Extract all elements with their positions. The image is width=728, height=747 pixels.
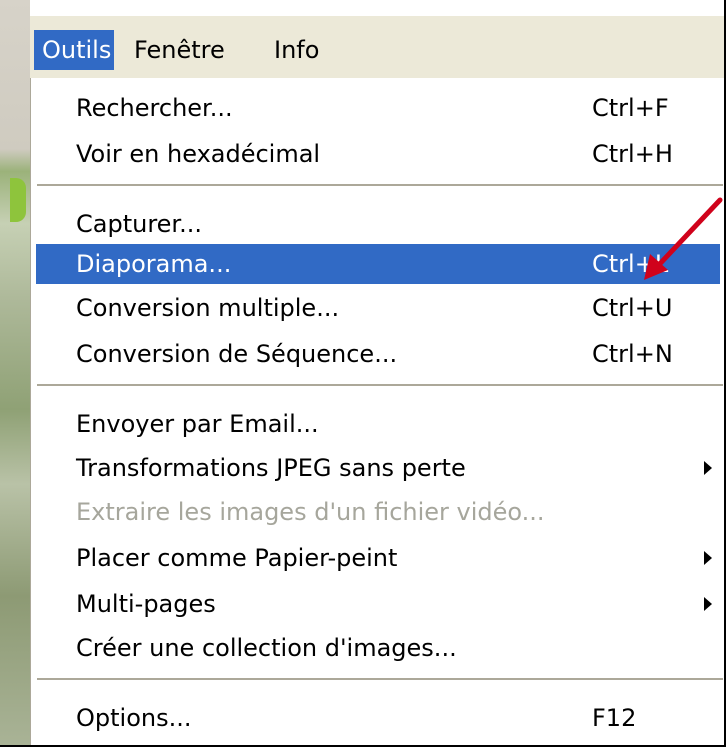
outils-dropdown-menu: Rechercher... Ctrl+F Voir en hexadécimal… xyxy=(30,78,724,745)
submenu-arrow-icon xyxy=(704,461,712,475)
background-window-strip xyxy=(0,0,30,745)
menu-outils[interactable]: Outils xyxy=(34,30,114,70)
menu-item-label: Multi-pages xyxy=(76,590,216,618)
screenshot-frame: Outils Fenêtre Info Rechercher... Ctrl+F… xyxy=(0,0,726,747)
menu-item-label: Conversion multiple... xyxy=(76,294,340,322)
menu-item-envoyer-email[interactable]: Envoyer par Email... xyxy=(36,404,720,444)
menu-fenetre[interactable]: Fenêtre xyxy=(126,30,233,70)
menu-item-label: Conversion de Séquence... xyxy=(76,340,398,368)
menu-item-shortcut: F12 xyxy=(592,704,637,732)
menu-item-conversion-sequence[interactable]: Conversion de Séquence... Ctrl+N xyxy=(36,334,720,374)
menu-item-label: Extraire les images d'un fichier vidéo..… xyxy=(76,498,545,526)
submenu-arrow-icon xyxy=(704,597,712,611)
menu-item-label: Options... xyxy=(76,704,192,732)
menu-item-shortcut: Ctrl+F xyxy=(592,94,669,122)
menu-item-capturer[interactable]: Capturer... xyxy=(36,204,720,244)
menu-item-creer-collection[interactable]: Créer une collection d'images... xyxy=(36,628,720,668)
menu-item-shortcut: Ctrl+H xyxy=(592,140,673,168)
menu-separator xyxy=(37,384,723,387)
menu-item-label: Transformations JPEG sans perte xyxy=(76,454,466,482)
menu-item-papier-peint[interactable]: Placer comme Papier-peint xyxy=(36,538,720,578)
menu-item-conversion-multiple[interactable]: Conversion multiple... Ctrl+U xyxy=(36,288,720,328)
menu-item-extraire-images: Extraire les images d'un fichier vidéo..… xyxy=(36,492,720,532)
menu-item-multi-pages[interactable]: Multi-pages xyxy=(36,584,720,624)
menu-item-label: Placer comme Papier-peint xyxy=(76,544,398,572)
menu-item-label: Rechercher... xyxy=(76,94,233,122)
menu-item-label: Diaporama... xyxy=(76,250,232,278)
menu-item-shortcut: Ctrl+N xyxy=(592,340,673,368)
menu-item-label: Capturer... xyxy=(76,210,202,238)
menu-item-transformations-jpeg[interactable]: Transformations JPEG sans perte xyxy=(36,448,720,488)
menu-item-shortcut: Ctrl+U xyxy=(592,294,673,322)
menu-separator xyxy=(37,184,723,187)
submenu-arrow-icon xyxy=(704,551,712,565)
menu-item-label: Voir en hexadécimal xyxy=(76,140,321,168)
menu-item-diaporama[interactable]: Diaporama... Ctrl+L xyxy=(36,244,720,284)
menu-separator xyxy=(37,678,723,681)
menu-item-rechercher[interactable]: Rechercher... Ctrl+F xyxy=(36,88,720,128)
menu-item-voir-hexadecimal[interactable]: Voir en hexadécimal Ctrl+H xyxy=(36,134,720,174)
menu-item-label: Envoyer par Email... xyxy=(76,410,319,438)
menu-bar: Outils Fenêtre Info xyxy=(30,15,724,78)
menu-item-options[interactable]: Options... F12 xyxy=(36,698,720,738)
menu-item-label: Créer une collection d'images... xyxy=(76,634,457,662)
menu-info[interactable]: Info xyxy=(266,30,327,70)
red-arrow-icon xyxy=(644,197,723,280)
